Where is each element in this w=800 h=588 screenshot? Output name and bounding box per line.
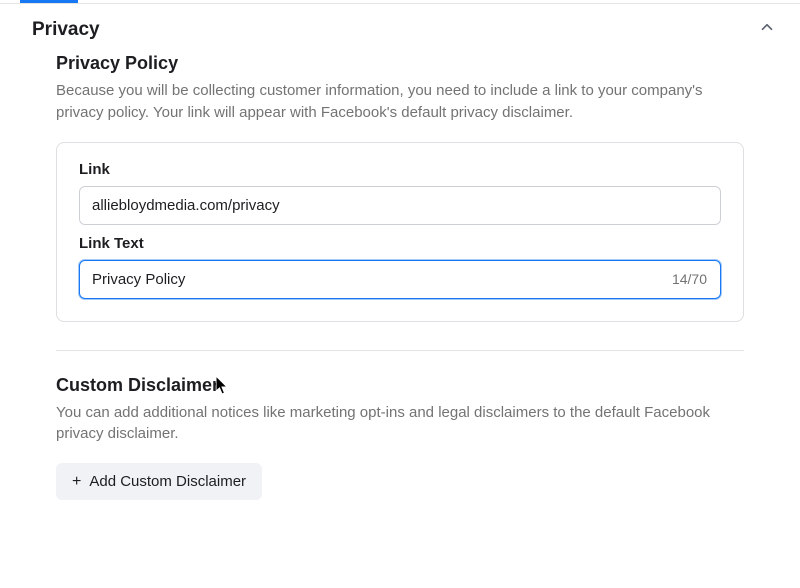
link-text-field-group: Link Text 14/70 xyxy=(79,235,721,299)
chevron-up-icon[interactable] xyxy=(758,18,776,41)
link-input-wrap xyxy=(79,186,721,225)
link-text-input-wrap: 14/70 xyxy=(79,260,721,299)
link-text-label: Link Text xyxy=(79,235,721,252)
privacy-section-header[interactable]: Privacy xyxy=(0,4,800,53)
custom-disclaimer-description: You can add additional notices like mark… xyxy=(56,402,744,446)
link-input[interactable] xyxy=(79,186,721,225)
privacy-policy-description: Because you will be collecting customer … xyxy=(56,80,744,124)
plus-icon: + xyxy=(72,474,81,490)
section-title: Privacy xyxy=(32,19,100,41)
privacy-policy-title: Privacy Policy xyxy=(56,53,744,74)
add-custom-disclaimer-button[interactable]: + Add Custom Disclaimer xyxy=(56,463,262,500)
section-content: Privacy Policy Because you will be colle… xyxy=(0,53,800,500)
link-text-input[interactable] xyxy=(79,260,721,299)
add-custom-disclaimer-label: Add Custom Disclaimer xyxy=(89,473,246,490)
link-field-group: Link xyxy=(79,161,721,225)
privacy-policy-card: Link Link Text 14/70 xyxy=(56,142,744,322)
link-label: Link xyxy=(79,161,721,178)
section-divider xyxy=(56,350,744,351)
custom-disclaimer-title: Custom Disclaimer xyxy=(56,375,744,396)
